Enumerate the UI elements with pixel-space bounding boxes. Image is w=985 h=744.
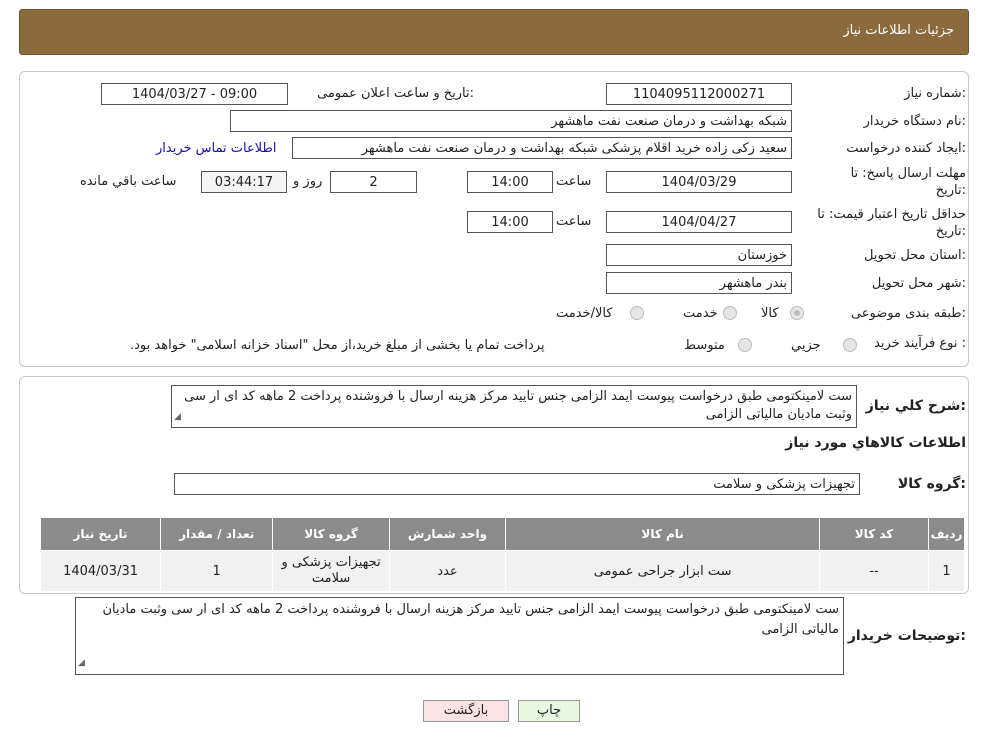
buyer-contact-link[interactable]: اطلاعات تماس خریدار (156, 141, 276, 156)
reply-deadline-label-line2: تاریخ: (935, 183, 966, 198)
requester-field: سعید زکی زاده خرید اقلام پزشکی شبکه بهدا… (292, 137, 792, 159)
cell-row: 1 (928, 550, 965, 592)
province-label: استان محل تحویل: (864, 248, 966, 263)
buyer-notes-text: ست لامینکتومی طبق درخواست پیوست ایمد الز… (102, 602, 839, 637)
buyer-notes-label: توضیحات خریدار: (847, 628, 966, 644)
buyer-notes-textarea[interactable]: ست لامینکتومی طبق درخواست پیوست ایمد الز… (75, 597, 844, 675)
announce-datetime-label: تاریخ و ساعت اعلان عمومی: (317, 86, 474, 101)
col-group: گروه کالا (272, 517, 390, 551)
cell-date: 1404/03/31 (39, 550, 162, 592)
remaining-days-field: 2 (330, 171, 417, 193)
purchase-type-option-medium: متوسط (684, 338, 725, 353)
back-button[interactable]: بازگشت (423, 700, 509, 722)
print-button[interactable]: چاپ (518, 700, 580, 722)
reply-deadline-date-field: 1404/03/29 (606, 171, 792, 193)
price-validity-label-line2: تاریخ: (935, 224, 966, 239)
need-number-label: شماره نیاز: (904, 86, 966, 101)
category-option-service: خدمت (683, 306, 718, 321)
need-number-field: 1104095112000271 (606, 83, 792, 105)
city-label: شهر محل تحویل: (871, 276, 966, 291)
summary-textarea[interactable]: ست لامینکتومی طبق درخواست پیوست ایمد الز… (171, 385, 857, 428)
reply-deadline-label-line1: مهلت ارسال پاسخ: تا (850, 166, 966, 181)
category-option-goods-service: کالا/خدمت (556, 306, 613, 321)
col-date: تاریخ نیاز (39, 517, 162, 551)
price-validity-label-line1: حداقل تاریخ اعتبار قیمت: تا (817, 207, 966, 222)
page-header: جزئیات اطلاعات نیاز (19, 9, 969, 55)
cell-qty: 1 (160, 550, 274, 592)
price-validity-time-label: ساعت (556, 214, 592, 229)
price-validity-time-field: 14:00 (467, 211, 553, 233)
col-qty: تعداد / مقدار (160, 517, 274, 551)
category-radio-goods-service[interactable] (630, 306, 644, 320)
reply-deadline-label: مهلت ارسال پاسخ: تا تاریخ: (851, 165, 966, 199)
cell-code: -- (818, 550, 930, 592)
remaining-time-label: ساعت باقي مانده (80, 174, 177, 189)
purchase-type-option-minor: جزیي (791, 338, 821, 353)
reply-deadline-time-field: 14:00 (467, 171, 553, 193)
remaining-days-label: روز و (293, 174, 323, 189)
remaining-time-field: 03:44:17 (201, 171, 287, 193)
category-radio-goods[interactable] (790, 306, 804, 320)
goods-table-header: ردیف کد کالا نام کالا واحد شمارش گروه کا… (39, 517, 965, 551)
resize-handle-icon[interactable]: ◢ (78, 653, 85, 673)
purchase-type-radio-medium[interactable] (738, 338, 752, 352)
goods-group-label: گروه کالا: (897, 476, 966, 492)
reply-deadline-time-label: ساعت (556, 174, 592, 189)
province-field: خوزستان (606, 244, 792, 266)
summary-label: شرح کلي نياز: (865, 398, 966, 414)
col-row: ردیف (928, 517, 965, 551)
col-name: نام کالا (505, 517, 820, 551)
price-validity-label: حداقل تاریخ اعتبار قیمت: تا تاریخ: (817, 206, 966, 240)
cell-unit: عدد (388, 550, 507, 592)
goods-section-title: اطلاعات کالاهاي مورد نياز (785, 435, 966, 451)
buyer-org-field: شبکه بهداشت و درمان صنعت نفت ماهشهر (230, 110, 792, 132)
purchase-type-radio-minor[interactable] (843, 338, 857, 352)
goods-table: ردیف کد کالا نام کالا واحد شمارش گروه کا… (39, 517, 965, 592)
purchase-type-label: نوع فرآیند خرید : (874, 336, 966, 351)
resize-handle-icon[interactable]: ◢ (174, 408, 181, 426)
cell-group: تجهیزات پزشکی و سلامت (272, 550, 390, 592)
category-option-goods: کالا (761, 306, 779, 321)
city-field: بندر ماهشهر (606, 272, 792, 294)
cell-name: ست ابزار جراحی عمومی (505, 550, 820, 592)
table-row: 1 -- ست ابزار جراحی عمومی عدد تجهیزات پز… (39, 550, 965, 592)
purchase-type-note: پرداخت تمام یا بخشی از مبلغ خرید،از محل … (130, 338, 545, 353)
category-label: طبقه بندی موضوعی: (850, 306, 966, 321)
requester-label: ایجاد کننده درخواست: (846, 141, 966, 156)
price-validity-date-field: 1404/04/27 (606, 211, 792, 233)
goods-group-field: تجهیزات پزشکی و سلامت (174, 473, 860, 495)
col-code: کد کالا (818, 517, 930, 551)
category-radio-service[interactable] (723, 306, 737, 320)
col-unit: واحد شمارش (388, 517, 507, 551)
page-title: جزئیات اطلاعات نیاز (843, 23, 954, 38)
buyer-org-label: نام دستگاه خریدار: (863, 114, 966, 129)
announce-datetime-field: 1404/03/27 - 09:00 (101, 83, 288, 105)
summary-text: ست لامینکتومی طبق درخواست پیوست ایمد الز… (184, 389, 852, 422)
